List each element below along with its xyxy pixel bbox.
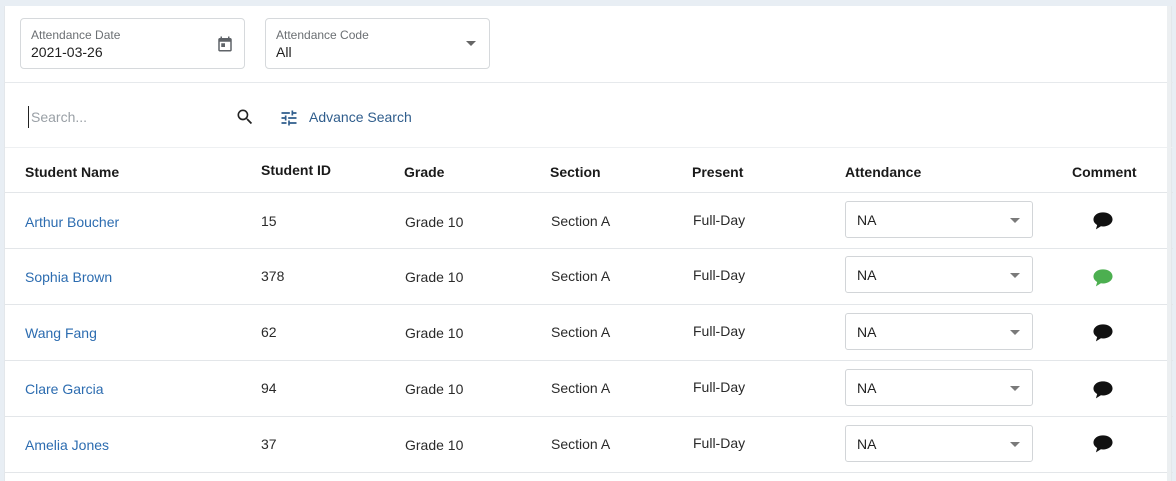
student-name-link[interactable]: Sophia Brown [25, 269, 112, 285]
attendance-select[interactable]: NA [845, 369, 1033, 406]
attendance-panel: Attendance Date 2021-03-26 Attendance Co… [4, 6, 1173, 481]
grade: Grade 10 [405, 325, 464, 341]
table-header: Student Name Student ID Grade Section Pr… [5, 147, 1173, 193]
table-row: Arthur Boucher 15 Grade 10 Section A Ful… [5, 193, 1173, 249]
grade: Grade 10 [405, 437, 464, 453]
attendance-value: NA [857, 267, 877, 283]
student-name-link[interactable]: Clare Garcia [25, 381, 104, 397]
vertical-scrollbar[interactable] [1167, 6, 1171, 481]
grade: Grade 10 [405, 381, 464, 397]
student-name-link[interactable]: Arthur Boucher [25, 214, 119, 230]
chevron-down-icon [1010, 386, 1020, 391]
attendance-code-select[interactable]: Attendance Code All [265, 18, 490, 69]
search-icon[interactable] [235, 107, 255, 127]
present-status: Full-Day [693, 435, 746, 451]
tune-icon[interactable] [279, 108, 299, 128]
chevron-down-icon [1010, 442, 1020, 447]
chevron-down-icon[interactable] [466, 41, 476, 46]
present-status: Full-Day [693, 267, 746, 283]
attendance-select[interactable]: NA [845, 201, 1033, 238]
attendance-value: NA [857, 436, 877, 452]
column-header-grade[interactable]: Grade [404, 164, 444, 180]
comment-icon[interactable] [1092, 323, 1114, 343]
chevron-down-icon [1010, 330, 1020, 335]
student-name-link[interactable]: Amelia Jones [25, 437, 109, 453]
attendance-code-value: All [276, 44, 292, 60]
student-id: 94 [261, 380, 277, 396]
section: Section A [551, 213, 611, 229]
attendance-code-label: Attendance Code [276, 28, 369, 42]
present-status: Full-Day [693, 323, 746, 339]
search-bar: Advance Search [5, 84, 1173, 147]
attendance-date-value: 2021-03-26 [31, 44, 103, 60]
student-id: 378 [261, 268, 285, 284]
attendance-value: NA [857, 212, 877, 228]
present-status: Full-Day [693, 379, 746, 395]
attendance-select[interactable]: NA [845, 425, 1033, 462]
comment-icon[interactable] [1092, 434, 1114, 454]
table-row: Wang Fang 62 Grade 10 Section A Full-Day… [5, 305, 1173, 361]
student-name-link[interactable]: Wang Fang [25, 325, 97, 341]
student-id: 62 [261, 324, 277, 340]
table-row: Clare Garcia 94 Grade 10 Section A Full-… [5, 361, 1173, 417]
grade: Grade 10 [405, 269, 464, 285]
section: Section A [551, 436, 611, 452]
chevron-down-icon [1010, 273, 1020, 278]
section: Section A [551, 324, 611, 340]
column-header-section[interactable]: Section [550, 164, 601, 180]
present-status: Full-Day [693, 212, 746, 228]
attendance-date-field[interactable]: Attendance Date 2021-03-26 [20, 18, 245, 69]
attendance-select[interactable]: NA [845, 256, 1033, 293]
table-row: Sophia Brown 378 Grade 10 Section A Full… [5, 249, 1173, 305]
column-header-present[interactable]: Present [692, 164, 743, 180]
comment-icon[interactable] [1092, 268, 1114, 288]
column-header-comment[interactable]: Comment [1072, 164, 1137, 180]
calendar-icon[interactable] [216, 35, 234, 53]
column-header-attendance[interactable]: Attendance [845, 164, 921, 180]
filter-bar: Attendance Date 2021-03-26 Attendance Co… [5, 6, 1173, 83]
chevron-down-icon [1010, 218, 1020, 223]
attendance-value: NA [857, 380, 877, 396]
comment-icon[interactable] [1092, 380, 1114, 400]
attendance-table: Student Name Student ID Grade Section Pr… [5, 147, 1173, 473]
student-id: 37 [261, 436, 277, 452]
table-row: Amelia Jones 37 Grade 10 Section A Full-… [5, 417, 1173, 473]
column-header-student-name[interactable]: Student Name [25, 164, 119, 180]
attendance-select[interactable]: NA [845, 313, 1033, 350]
grade: Grade 10 [405, 214, 464, 230]
advance-search-link[interactable]: Advance Search [309, 109, 412, 125]
section: Section A [551, 380, 611, 396]
attendance-date-label: Attendance Date [31, 28, 121, 42]
section: Section A [551, 268, 611, 284]
student-id: 15 [261, 213, 277, 229]
column-header-student-id[interactable]: Student ID [261, 162, 331, 178]
search-input[interactable] [28, 106, 223, 128]
comment-icon[interactable] [1092, 211, 1114, 231]
attendance-value: NA [857, 324, 877, 340]
